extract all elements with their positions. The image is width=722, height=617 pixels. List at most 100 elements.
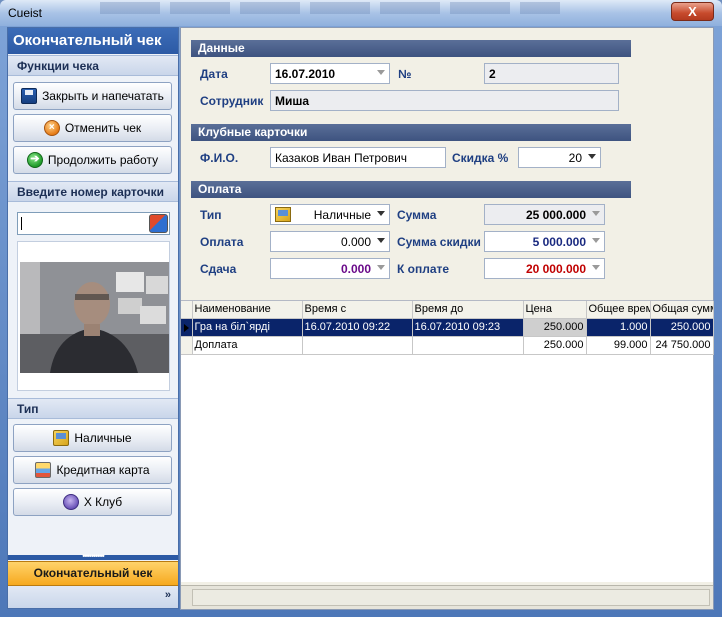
- table-cell[interactable]: 250.000: [523, 318, 587, 337]
- table-cell[interactable]: [302, 336, 413, 355]
- table-cell[interactable]: 16.07.2010 09:23: [412, 318, 524, 337]
- close-button[interactable]: X: [671, 2, 714, 21]
- club-type-button[interactable]: X Клуб: [13, 488, 172, 516]
- column-header-price[interactable]: Цена: [523, 301, 587, 319]
- club-type-label: X Клуб: [83, 495, 123, 509]
- table-cell[interactable]: 24 750.000: [650, 336, 714, 355]
- amount-due-value: 20 000.000: [525, 262, 586, 276]
- chevron-down-icon[interactable]: [588, 154, 596, 159]
- credit-card-type-label: Кредитная карта: [56, 463, 150, 477]
- discount-percent-field[interactable]: 20: [518, 147, 601, 168]
- cancel-check-button[interactable]: × Отменить чек: [13, 114, 172, 142]
- column-header-time-to[interactable]: Время до: [412, 301, 524, 319]
- full-name-field[interactable]: Казаков Иван Петрович: [270, 147, 446, 168]
- status-bar: [181, 585, 713, 609]
- table-cell[interactable]: 16.07.2010 09:22: [302, 318, 413, 337]
- payment-type-value: Наличные: [313, 208, 371, 222]
- chevron-down-icon[interactable]: [377, 238, 385, 243]
- chevron-down-icon[interactable]: »: [165, 589, 171, 601]
- cash-icon: [275, 207, 291, 222]
- left-panel: Окончательный чек Функции чека Закрыть и…: [7, 27, 179, 609]
- row-indicator: [181, 336, 193, 355]
- card-lookup-icon[interactable]: [149, 214, 168, 233]
- full-name-label: Ф.И.О.: [200, 151, 239, 165]
- background-tabs: [100, 2, 560, 14]
- final-check-nav-button[interactable]: Окончательный чек: [8, 561, 178, 586]
- column-header-name[interactable]: Наименование: [192, 301, 303, 319]
- club-icon: [62, 494, 79, 510]
- cancel-check-label: Отменить чек: [64, 121, 142, 135]
- close-and-print-button[interactable]: Закрыть и напечатать: [13, 82, 172, 110]
- table-cell[interactable]: Гра на біл`ярді: [192, 318, 303, 337]
- table-row[interactable]: Доплата 250.000 99.000 24 750.000: [181, 336, 714, 355]
- sum-label: Сумма: [397, 208, 437, 222]
- table-cell[interactable]: Доплата: [192, 336, 303, 355]
- data-section-title: Данные: [191, 40, 631, 57]
- credit-card-type-button[interactable]: Кредитная карта: [13, 456, 172, 484]
- column-header-total-time[interactable]: Общее время: [586, 301, 651, 319]
- table-row[interactable]: Гра на біл`ярді 16.07.2010 09:22 16.07.2…: [181, 318, 714, 337]
- number-field: 2: [484, 63, 619, 84]
- cash-type-label: Наличные: [74, 431, 132, 445]
- chevron-down-icon: [592, 265, 600, 270]
- club-section-title: Клубные карточки: [191, 124, 631, 141]
- items-table: Наименование Время с Время до Цена Общее…: [181, 301, 714, 355]
- sum-value: 25 000.000: [525, 208, 586, 222]
- credit-card-icon: [35, 462, 52, 478]
- employee-label: Сотрудник: [200, 94, 264, 108]
- main-area: Данные Дата 16.07.2010 № 2 Сотрудник Миш…: [180, 27, 714, 610]
- row-indicator-header: [181, 301, 193, 319]
- payment-section-title: Оплата: [191, 181, 631, 198]
- payment-type-select[interactable]: Наличные: [270, 204, 390, 225]
- customer-photo-frame: [17, 241, 170, 391]
- type-section-title: Тип: [8, 398, 178, 419]
- left-panel-header: Окончательный чек: [8, 28, 178, 54]
- table-cell[interactable]: 250.000: [523, 336, 587, 355]
- employee-field: Миша: [270, 90, 619, 111]
- chevron-down-icon[interactable]: [377, 211, 385, 216]
- pay-value: 0.000: [340, 235, 371, 249]
- cash-icon: [53, 430, 70, 446]
- functions-section-title: Функции чека: [8, 55, 178, 76]
- card-number-section-title: Введите номер карточки: [8, 181, 178, 202]
- text-caret: [21, 217, 22, 230]
- app-window: Cueist X Окончательный чек Функции чека …: [0, 0, 722, 617]
- column-header-time-from[interactable]: Время с: [302, 301, 413, 319]
- table-cell[interactable]: 250.000: [650, 318, 714, 337]
- continue-work-label: Продолжить работу: [47, 153, 159, 167]
- cancel-icon: ×: [43, 120, 60, 136]
- cash-type-button[interactable]: Наличные: [13, 424, 172, 452]
- discount-percent-label: Скидка %: [452, 151, 509, 165]
- discount-sum-label: Сумма скидки: [397, 235, 481, 249]
- amount-due-label: К оплате: [397, 262, 450, 276]
- pay-field[interactable]: 0.000: [270, 231, 390, 252]
- change-value: 0.000: [340, 262, 371, 276]
- table-cell[interactable]: [412, 336, 524, 355]
- chevron-down-icon[interactable]: [377, 70, 385, 75]
- chevron-down-icon: [592, 211, 600, 216]
- panel-splitter-grip[interactable]: ••••••••••: [8, 552, 178, 561]
- sum-field: 25 000.000: [484, 204, 605, 225]
- customer-photo: [20, 262, 169, 373]
- current-row-icon: [184, 323, 189, 332]
- card-number-input[interactable]: [17, 212, 170, 235]
- column-header-total-sum[interactable]: Общая сумма: [650, 301, 714, 319]
- continue-icon: ➔: [26, 152, 43, 168]
- change-label: Сдача: [200, 262, 237, 276]
- date-field[interactable]: 16.07.2010: [270, 63, 390, 84]
- date-value: 16.07.2010: [275, 67, 336, 81]
- continue-work-button[interactable]: ➔ Продолжить работу: [13, 146, 172, 174]
- number-label: №: [398, 67, 412, 81]
- table-cell[interactable]: 99.000: [586, 336, 651, 355]
- chevron-down-icon: [377, 265, 385, 270]
- amount-due-field: 20 000.000: [484, 258, 605, 279]
- discount-sum-value: 5 000.000: [532, 235, 586, 249]
- save-disk-icon: [21, 88, 38, 104]
- discount-sum-field: 5 000.000: [484, 231, 605, 252]
- close-and-print-label: Закрыть и напечатать: [42, 89, 164, 103]
- customer-photo-image: [20, 262, 169, 373]
- table-cell[interactable]: 1.000: [586, 318, 651, 337]
- status-panel: [192, 589, 710, 606]
- items-grid: Наименование Время с Время до Цена Общее…: [181, 300, 714, 582]
- table-header-row: Наименование Время с Время до Цена Общее…: [181, 301, 714, 319]
